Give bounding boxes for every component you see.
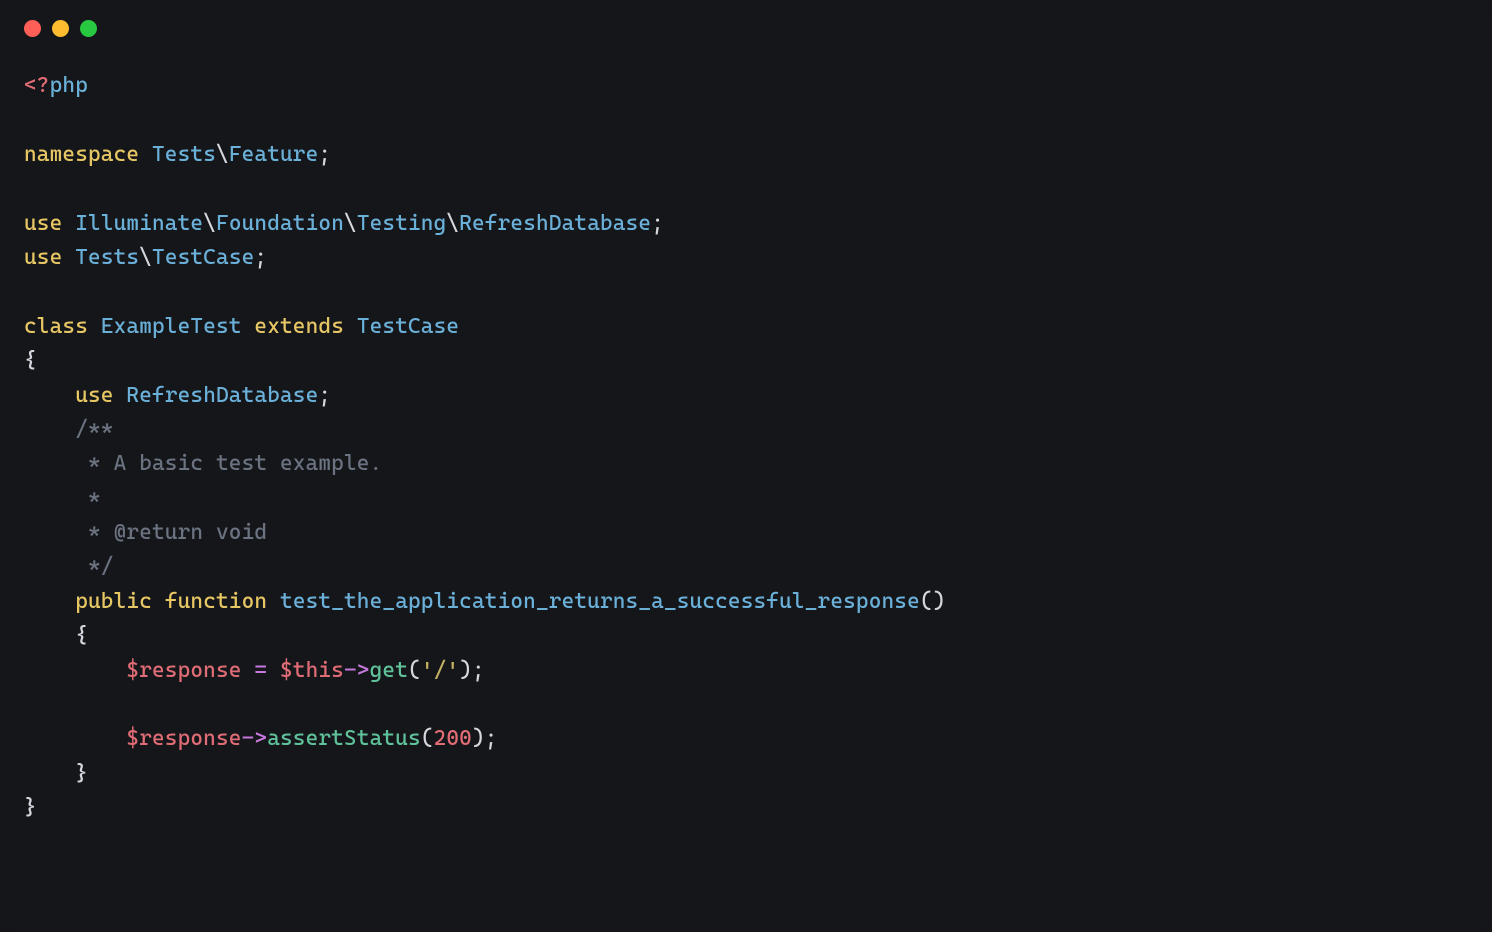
namespace-sep: \ <box>344 211 357 236</box>
number-literal: 200 <box>434 726 472 751</box>
semicolon: ; <box>254 245 267 270</box>
zoom-icon[interactable] <box>80 20 97 37</box>
paren-close: ) <box>459 658 472 683</box>
semicolon: ; <box>651 211 664 236</box>
import-segment: Foundation <box>216 211 344 236</box>
paren-close: ) <box>933 589 946 614</box>
arrow-operator: -> <box>242 726 268 751</box>
keyword-namespace: namespace <box>24 142 139 167</box>
editor-window: <?php namespace Tests\Feature; use Illum… <box>0 0 1492 932</box>
keyword-use-trait: use <box>75 383 113 408</box>
semicolon: ; <box>485 726 498 751</box>
semicolon: ; <box>318 142 331 167</box>
paren-close: ) <box>472 726 485 751</box>
this-variable: $this <box>280 658 344 683</box>
keyword-function: function <box>165 589 267 614</box>
method-call: get <box>370 658 408 683</box>
arrow-operator: -> <box>344 658 370 683</box>
semicolon: ; <box>472 658 485 683</box>
brace-close: } <box>24 795 37 820</box>
keyword-use: use <box>24 245 62 270</box>
paren-open: ( <box>920 589 933 614</box>
import-segment: Tests <box>75 245 139 270</box>
docblock-line: * <box>75 486 101 511</box>
code-block: <?php namespace Tests\Feature; use Illum… <box>0 49 1492 850</box>
import-segment: Testing <box>357 211 447 236</box>
keyword-extends: extends <box>254 314 344 339</box>
namespace-sep: \ <box>446 211 459 236</box>
php-keyword: php <box>50 73 88 98</box>
paren-open: ( <box>421 726 434 751</box>
keyword-public: public <box>75 589 152 614</box>
string-literal: '/' <box>421 658 459 683</box>
namespace-segment: Tests <box>152 142 216 167</box>
method-call: assertStatus <box>267 726 421 751</box>
parent-class: TestCase <box>357 314 459 339</box>
docblock-line: * @return void <box>75 520 267 545</box>
class-name: ExampleTest <box>101 314 242 339</box>
brace-open: { <box>24 348 37 373</box>
brace-open: { <box>75 623 88 648</box>
docblock-line: * A basic test example. <box>75 451 382 476</box>
brace-close: } <box>75 761 88 786</box>
close-icon[interactable] <box>24 20 41 37</box>
trait-name: RefreshDatabase <box>126 383 318 408</box>
docblock-line: /** <box>75 417 113 442</box>
namespace-sep: \ <box>216 142 229 167</box>
namespace-sep: \ <box>139 245 152 270</box>
semicolon: ; <box>318 383 331 408</box>
keyword-class: class <box>24 314 88 339</box>
php-open-tag: <? <box>24 73 50 98</box>
namespace-sep: \ <box>203 211 216 236</box>
import-segment: RefreshDatabase <box>459 211 651 236</box>
paren-open: ( <box>408 658 421 683</box>
import-segment: Illuminate <box>75 211 203 236</box>
method-name: test_the_application_returns_a_successfu… <box>280 589 920 614</box>
titlebar <box>0 0 1492 49</box>
import-segment: TestCase <box>152 245 254 270</box>
docblock-line: */ <box>75 554 113 579</box>
namespace-segment: Feature <box>229 142 319 167</box>
equals-operator: = <box>242 658 280 683</box>
minimize-icon[interactable] <box>52 20 69 37</box>
keyword-use: use <box>24 211 62 236</box>
variable: $response <box>126 726 241 751</box>
variable: $response <box>126 658 241 683</box>
